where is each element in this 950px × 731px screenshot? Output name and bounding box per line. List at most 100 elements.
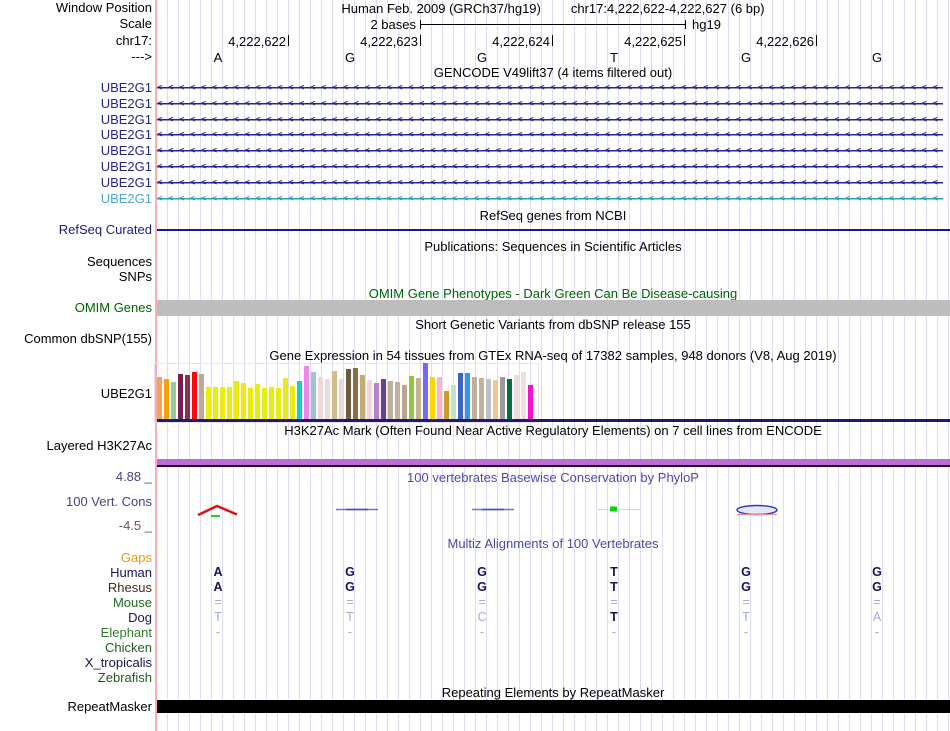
side-label--3[interactable]: ---> (0, 49, 152, 65)
gtex-tissue-bar-2[interactable] (171, 382, 176, 420)
side-label-gaps-22[interactable]: Gaps (0, 550, 152, 566)
gtex-tissue-bar-49[interactable] (500, 377, 505, 420)
side-label-snps-14[interactable]: SNPs (0, 269, 152, 285)
gtex-tissue-bar-50[interactable] (507, 379, 512, 420)
gtex-tissue-bar-24[interactable] (325, 379, 330, 420)
gencode-transcript-row-7[interactable]: <<<<<<<<<<<<<<<<<<<<<<<<<<<<<<<<<<<<<<<<… (157, 193, 947, 205)
multiz-elephant-base[interactable]: - (594, 625, 634, 640)
side-label-human-23[interactable]: Human (0, 565, 152, 581)
gtex-tissue-bar-36[interactable] (409, 376, 414, 420)
gtex-tissue-bar-46[interactable] (479, 378, 484, 420)
gencode-transcript-row-6[interactable]: <<<<<<<<<<<<<<<<<<<<<<<<<<<<<<<<<<<<<<<<… (157, 177, 947, 189)
gtex-tissue-bar-18[interactable] (283, 378, 288, 420)
gtex-tissue-bar-29[interactable] (360, 375, 365, 420)
side-label-4-88-19[interactable]: 4.88 _ (0, 469, 152, 485)
side-label-ube2g1-7[interactable]: UBE2G1 (0, 127, 152, 143)
gtex-tissue-bar-1[interactable] (164, 379, 169, 420)
gencode-transcript-row-1[interactable]: <<<<<<<<<<<<<<<<<<<<<<<<<<<<<<<<<<<<<<<<… (157, 98, 947, 110)
multiz-mouse-base[interactable]: = (857, 595, 897, 610)
side-label-window-position-0[interactable]: Window Position (0, 0, 152, 16)
gtex-tissue-bar-51[interactable] (514, 375, 519, 420)
side-label-chr17-2[interactable]: chr17: (0, 33, 152, 49)
phylop-conservation-plot[interactable] (0, 498, 950, 524)
multiz-dog-base[interactable]: A (857, 610, 897, 625)
side-label-ube2g1-5[interactable]: UBE2G1 (0, 96, 152, 112)
side-label-ube2g1-17[interactable]: UBE2G1 (0, 386, 152, 402)
side-label-omim-genes-15[interactable]: OMIM Genes (0, 300, 152, 316)
multiz-rhesus-base[interactable]: A (198, 580, 238, 595)
gtex-tissue-bar-8[interactable] (213, 387, 218, 420)
gtex-tissue-bar-10[interactable] (227, 387, 232, 420)
gtex-tissue-bar-53[interactable] (528, 385, 533, 420)
side-label-rhesus-24[interactable]: Rhesus (0, 580, 152, 596)
multiz-human-base[interactable]: G (330, 565, 370, 580)
gtex-tissue-bar-27[interactable] (346, 369, 351, 420)
side-label-common-dbsnp-155-16[interactable]: Common dbSNP(155) (0, 331, 152, 347)
gtex-tissue-bar-22[interactable] (311, 372, 316, 420)
side-label-sequences-13[interactable]: Sequences (0, 254, 152, 270)
gtex-tissue-bar-25[interactable] (332, 371, 337, 420)
side-label-chicken-28[interactable]: Chicken (0, 640, 152, 656)
omim-genes-bar[interactable] (157, 300, 950, 316)
gtex-tissue-bar-44[interactable] (465, 373, 470, 420)
gtex-tissue-bar-37[interactable] (416, 378, 421, 420)
gtex-tissue-bar-45[interactable] (472, 377, 477, 420)
gtex-tissue-bar-43[interactable] (458, 373, 463, 420)
multiz-mouse-base[interactable]: = (462, 595, 502, 610)
repeatmasker-bar[interactable] (157, 700, 950, 713)
gtex-tissue-bar-35[interactable] (402, 385, 407, 420)
gtex-tissue-bar-4[interactable] (185, 375, 190, 420)
multiz-human-base[interactable]: G (857, 565, 897, 580)
gtex-tissue-bar-34[interactable] (395, 382, 400, 420)
gtex-tissue-bar-12[interactable] (241, 383, 246, 420)
multiz-human-base[interactable]: G (726, 565, 766, 580)
gtex-tissue-bar-48[interactable] (493, 380, 498, 420)
gtex-tissue-bar-23[interactable] (318, 377, 323, 420)
multiz-elephant-base[interactable]: - (857, 625, 897, 640)
gtex-tissue-bar-41[interactable] (444, 391, 449, 420)
multiz-elephant-base[interactable]: - (330, 625, 370, 640)
multiz-human-base[interactable]: G (462, 565, 502, 580)
multiz-elephant-base[interactable]: - (462, 625, 502, 640)
multiz-rhesus-base[interactable]: G (857, 580, 897, 595)
multiz-rhesus-base[interactable]: G (330, 580, 370, 595)
gtex-tissue-bar-39[interactable] (430, 377, 435, 420)
side-label-ube2g1-10[interactable]: UBE2G1 (0, 175, 152, 191)
multiz-human-base[interactable]: A (198, 565, 238, 580)
side-label-ube2g1-9[interactable]: UBE2G1 (0, 159, 152, 175)
gtex-tissue-bar-32[interactable] (381, 379, 386, 420)
gtex-tissue-bar-28[interactable] (353, 368, 358, 420)
gtex-tissue-bar-9[interactable] (220, 387, 225, 420)
side-label-mouse-25[interactable]: Mouse (0, 595, 152, 611)
gtex-tissue-bar-14[interactable] (255, 384, 260, 420)
multiz-dog-base[interactable]: T (594, 610, 634, 625)
gtex-tissue-bar-16[interactable] (269, 387, 274, 420)
multiz-rhesus-base[interactable]: G (726, 580, 766, 595)
multiz-dog-base[interactable]: C (462, 610, 502, 625)
gtex-tissue-bar-20[interactable] (297, 381, 302, 420)
gencode-transcript-row-4[interactable]: <<<<<<<<<<<<<<<<<<<<<<<<<<<<<<<<<<<<<<<<… (157, 145, 947, 157)
gtex-tissue-bar-40[interactable] (437, 377, 442, 420)
side-label-dog-26[interactable]: Dog (0, 610, 152, 626)
side-label-zebrafish-30[interactable]: Zebrafish (0, 670, 152, 686)
multiz-human-base[interactable]: T (594, 565, 634, 580)
side-label-scale-1[interactable]: Scale (0, 16, 152, 32)
gencode-transcript-row-0[interactable]: <<<<<<<<<<<<<<<<<<<<<<<<<<<<<<<<<<<<<<<<… (157, 82, 947, 94)
multiz-mouse-base[interactable]: = (726, 595, 766, 610)
gtex-tissue-bar-7[interactable] (206, 387, 211, 420)
side-label-ube2g1-11[interactable]: UBE2G1 (0, 191, 152, 207)
multiz-dog-base[interactable]: T (198, 610, 238, 625)
multiz-dog-base[interactable]: T (330, 610, 370, 625)
gtex-tissue-bar-15[interactable] (262, 388, 267, 420)
gtex-tissue-bar-3[interactable] (178, 374, 183, 420)
multiz-dog-base[interactable]: T (726, 610, 766, 625)
side-label-repeatmasker-31[interactable]: RepeatMasker (0, 699, 152, 715)
multiz-mouse-base[interactable]: = (594, 595, 634, 610)
multiz-rhesus-base[interactable]: T (594, 580, 634, 595)
gtex-tissue-bar-52[interactable] (521, 372, 526, 420)
multiz-elephant-base[interactable]: - (198, 625, 238, 640)
gtex-tissue-bar-30[interactable] (367, 380, 372, 420)
gencode-transcript-row-5[interactable]: <<<<<<<<<<<<<<<<<<<<<<<<<<<<<<<<<<<<<<<<… (157, 161, 947, 173)
gtex-tissue-bar-26[interactable] (339, 379, 344, 420)
gtex-tissue-bar-11[interactable] (234, 381, 239, 420)
